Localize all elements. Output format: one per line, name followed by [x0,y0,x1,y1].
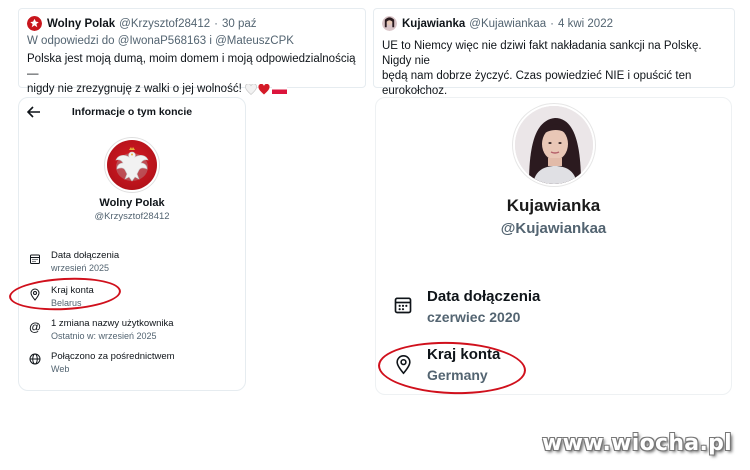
profile-name: Kujawianka [506,196,601,215]
calendar-icon [392,295,414,315]
at-sign-icon: @ [29,320,41,334]
watermark: www.wiocha.pl [542,431,732,456]
tweet-text: UE to Niemcy więc nie dziwi fakt nakłada… [382,39,726,99]
tweet-left[interactable]: Wolny Polak @Krzysztof28412 · 30 paź W o… [18,8,366,95]
row-label: Data dołączenia [427,288,541,305]
tweet-text-line: Polska jest moją dumą, moim domem i moją… [27,53,356,80]
profile-handle: @Kujawiankaa [500,220,607,237]
account-info-panel-left: Informacje o tym koncie Wolny Polak @Krz… [8,97,246,391]
highlight-ellipse [8,275,122,313]
tweet-date[interactable]: 4 kwi 2022 [558,18,613,30]
row-value: wrzesień 2025 [51,263,110,273]
tweet-text: Polska jest moją dumą, moim domem i moją… [27,52,357,97]
author-handle[interactable]: @Krzysztof28412 [119,18,210,30]
author-handle[interactable]: @Kujawiankaa [469,18,546,30]
connected-via-row: Połączono za pośrednictwem Web [28,351,175,374]
poland-flag-icon [271,85,287,94]
row-value: Web [51,364,70,374]
joined-date-row: Data dołączenia czerwiec 2020 [392,288,540,325]
row-label: Połączono za pośrednictwem [51,351,175,362]
username-change-row: @ 1 zmiana nazwy użytkownika Ostatnio w:… [28,318,174,341]
highlight-ellipse [377,339,527,397]
tweet-text-line: nigdy nie zrezygnuję z walki o jej wolno… [27,83,242,95]
tweet-text-line: UE to Niemcy więc nie dziwi fakt nakłada… [382,40,702,67]
author-name[interactable]: Kujawianka [402,18,465,30]
profile-avatar[interactable] [515,106,593,184]
profile-avatar[interactable] [107,140,157,190]
row-label: 1 zmiana nazwy użytkownika [51,318,174,329]
page-title: Informacje o tym koncie [71,106,193,118]
profile-handle: @Krzysztof28412 [94,211,170,222]
tweet-date[interactable]: 30 paź [222,18,257,30]
red-heart-icon [258,84,270,95]
row-label: Data dołączenia [51,250,120,261]
profile-photo [515,106,593,184]
tweet-right[interactable]: Kujawianka @Kujawiankaa · 4 kwi 2022 UE … [373,8,735,97]
row-value: czerwiec 2020 [427,309,521,325]
avatar[interactable] [382,16,397,31]
joined-date-row: Data dołączenia wrzesień 2025 [28,250,119,273]
white-heart-icon [244,84,257,95]
avatar[interactable] [27,16,42,31]
reply-context[interactable]: W odpowiedzi do @IwonaP568163 i @Mateusz… [27,35,357,47]
separator: · [214,17,218,30]
globe-icon [28,353,42,365]
row-value: Ostatnio w: wrzesień 2025 [51,331,157,341]
calendar-icon [28,253,42,265]
author-name[interactable]: Wolny Polak [47,18,115,30]
profile-name: Wolny Polak [99,197,165,209]
separator: · [550,17,555,30]
eagle-emblem-icon [115,147,149,182]
account-info-panel-right: Kujawianka @Kujawiankaa Data dołączenia … [375,97,732,397]
tweet-text-line: będą nam dobrze życzyć. Czas powiedzieć … [382,70,692,82]
